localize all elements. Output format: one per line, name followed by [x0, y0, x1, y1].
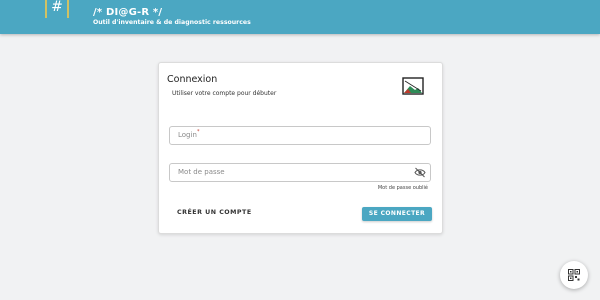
create-account-button[interactable]: CRÉER UN COMPTE [177, 209, 252, 216]
forgot-password-link[interactable]: Mot de passe oublié [378, 185, 428, 191]
app-subtitle: Outil d'inventaire & de diagnostic resso… [93, 19, 251, 26]
card-subtitle: Utiliser votre compte pour débuter [172, 90, 277, 97]
login-card: Connexion Utiliser votre compte pour déb… [158, 62, 443, 234]
password-input[interactable]: Mot de passe [169, 163, 431, 182]
landscape-image-icon [402, 77, 424, 95]
hash-logo-icon: # [45, 0, 69, 18]
login-label: Login [178, 131, 197, 139]
app-header: # /* DI@G-R */ Outil d'inventaire & de d… [0, 0, 600, 34]
password-label: Mot de passe [178, 168, 225, 176]
card-title: Connexion [167, 74, 218, 85]
required-mark: * [197, 129, 200, 135]
qr-code-icon [568, 269, 580, 281]
svg-text:#: # [51, 0, 63, 15]
app-title: /* DI@G-R */ [93, 7, 163, 18]
qr-scan-button[interactable] [560, 261, 588, 289]
app-logo: # [44, 0, 70, 20]
eye-off-icon[interactable] [414, 167, 426, 178]
connect-button[interactable]: SE CONNECTER [362, 207, 432, 221]
login-input[interactable]: Login * [169, 126, 431, 145]
